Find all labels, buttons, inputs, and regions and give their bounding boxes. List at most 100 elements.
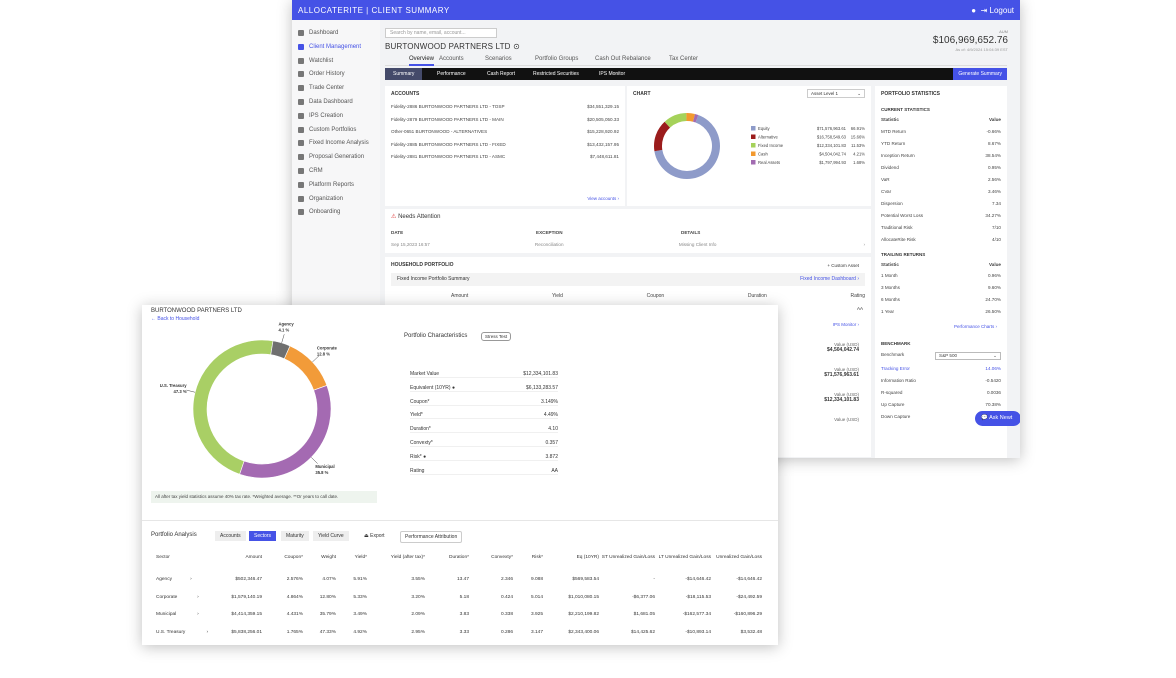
- subtab-ips-monitor[interactable]: IPS Monitor: [599, 71, 625, 77]
- benchmark-stat-name: Tracking Error: [881, 366, 910, 371]
- tab-portfolio-groups[interactable]: Portfolio Groups: [535, 56, 578, 62]
- donut-slice-alternative: [654, 121, 671, 152]
- characteristic-row: Duration* 4.10: [410, 426, 558, 434]
- info-icon[interactable]: ●: [452, 385, 455, 391]
- performance-charts-link[interactable]: Performance Charts ›: [954, 324, 997, 329]
- benchmark-stat-name: R-squared: [881, 390, 903, 395]
- benchmark-stat-value: 70.38%: [985, 402, 1001, 407]
- subtab-performance[interactable]: Performance: [437, 71, 466, 77]
- custom-asset-button[interactable]: + Custom Asset: [827, 263, 859, 268]
- sector-cell: -$24,492.59: [736, 594, 762, 600]
- performance-attribution-button[interactable]: Performance Attribution: [400, 531, 463, 543]
- chevron-right-icon[interactable]: ›: [197, 612, 199, 617]
- account-row[interactable]: Fidelity-2881 BURTONWOOD PARTNERS LTD - …: [391, 154, 619, 159]
- col-value: Value: [988, 117, 1001, 122]
- pill-sectors[interactable]: Sectors: [249, 531, 276, 541]
- sidebar-item-order-history[interactable]: Order History: [298, 71, 345, 78]
- sector-cell: -$14,646.42: [736, 577, 762, 582]
- account-row[interactable]: Fidelity-2885 BURTONWOOD PARTNERS LTD - …: [391, 142, 619, 147]
- subtab-summary[interactable]: Summary: [385, 68, 423, 80]
- chevron-right-icon[interactable]: ›: [863, 242, 865, 247]
- account-row[interactable]: Fidelity-2879 BURTONWOOD PARTNERS LTD - …: [391, 117, 619, 122]
- search-input[interactable]: Search by name, email, account...: [385, 28, 497, 38]
- characteristic-value: AA: [551, 467, 558, 474]
- sidebar-item-custom-portfolios[interactable]: Custom Portfolios: [298, 126, 357, 133]
- ask-newt-button[interactable]: 💬 Ask Newt: [975, 411, 1020, 426]
- sidebar-item-fixed-income-analysis[interactable]: Fixed Income Analysis: [298, 140, 369, 147]
- sector-cell: 4.92%: [353, 629, 367, 635]
- tab-overview[interactable]: Overview: [409, 56, 435, 66]
- benchmark-stat-row: R-squared 0.0036: [881, 390, 1001, 395]
- characteristic-value: 4.10: [548, 426, 558, 433]
- sector-slice-u-s-treasury: [192, 339, 274, 475]
- benchmark-select[interactable]: S&P 500 ⌄: [935, 352, 1001, 360]
- legend-amount: $16,758,549.63: [817, 135, 847, 140]
- legend-percent: 4.21%: [853, 152, 865, 157]
- export-button[interactable]: ⏏ Export: [360, 531, 389, 541]
- account-row[interactable]: Fidelity-2886 BURTONWOOD PARTNERS LTD - …: [391, 104, 619, 109]
- ips-monitor-link[interactable]: IPS Monitor ›: [833, 322, 859, 327]
- download-icon[interactable]: ⏏: [364, 533, 369, 539]
- sidebar-item-platform-reports[interactable]: Platform Reports: [298, 181, 354, 188]
- generate-summary-button[interactable]: Generate Summary: [953, 68, 1007, 80]
- sector-col-header: Sector: [156, 555, 170, 560]
- divider: [142, 520, 778, 521]
- characteristic-row: Equivalent (10YR) ● $6,133,283.57: [410, 385, 558, 392]
- account-row[interactable]: Other-0651 BURTONWOOD - ALTERNATIVES $15,…: [391, 129, 619, 134]
- user-icon[interactable]: ●: [971, 6, 976, 15]
- sector-table-header: Sector Amount Coupon* Weight Yield* Yield (af…: [151, 555, 771, 569]
- sector-cell: Agency: [156, 577, 172, 582]
- sector-row[interactable]: Municipal › $4,414,359.15 4.431% 35.79% 3.49%…: [151, 612, 771, 626]
- sidebar-item-client-management[interactable]: Client Management: [298, 43, 361, 50]
- characteristic-row: Convexty* 0.357: [410, 440, 558, 447]
- sidebar-item-onboarding[interactable]: Onboarding: [298, 209, 340, 216]
- tab-tax-center[interactable]: Tax Center: [669, 56, 698, 62]
- col-amount: Amount: [451, 293, 469, 299]
- fixed-income-dashboard-link[interactable]: Fixed Income Dashboard ›: [800, 276, 859, 282]
- chevron-right-icon[interactable]: ›: [197, 595, 199, 600]
- period: 1 Year: [881, 309, 895, 314]
- sector-cell: -$10,893.14: [685, 629, 711, 635]
- logout-label[interactable]: Logout: [990, 6, 1014, 15]
- benchmark-stat-name: Down Capture: [881, 414, 911, 419]
- sidebar-item-organization[interactable]: Organization: [298, 195, 343, 202]
- sidebar-item-crm[interactable]: CRM: [298, 168, 323, 174]
- sector-row[interactable]: U.S. Treasury › $5,838,256.01 1.765% 47.33% 4…: [151, 630, 771, 644]
- attention-row[interactable]: Sep 15,2023 16:57 Reconciliation Missing…: [391, 242, 865, 247]
- sidebar-item-dashboard[interactable]: Dashboard: [298, 30, 338, 36]
- account-value: $7,448,611.81: [589, 154, 619, 159]
- statistic-value: 7/10: [992, 224, 1001, 230]
- pill-maturity[interactable]: Maturity: [281, 531, 309, 541]
- statistic-value: -0.66%: [986, 128, 1001, 134]
- logout-icon[interactable]: ⇥: [981, 6, 988, 15]
- logout-button[interactable]: ● ⇥ Logout: [971, 6, 1014, 15]
- statistics-title: PORTFOLIO STATISTICS: [881, 91, 940, 97]
- sidebar-item-trade-center[interactable]: Trade Center: [298, 85, 344, 92]
- pill-accounts[interactable]: Accounts: [215, 531, 246, 541]
- tab-cash-out-rebalance[interactable]: Cash Out Rebalance: [595, 56, 651, 62]
- sidebar-item-data-dashboard[interactable]: Data Dashboard: [298, 99, 353, 105]
- sidebar-item-proposal-generation[interactable]: Proposal Generation: [298, 154, 364, 161]
- tab-accounts[interactable]: Accounts: [439, 56, 464, 62]
- view-accounts-link[interactable]: View accounts ›: [587, 196, 619, 201]
- col-value: Value: [988, 261, 1001, 267]
- legend-label: Cash: [758, 152, 768, 157]
- stress-test-button[interactable]: Stress Test: [481, 332, 512, 341]
- subtab-restricted-securities[interactable]: Restricted Securities: [533, 71, 579, 77]
- chat-icon[interactable]: 💬: [981, 415, 988, 421]
- subtab-cash-report[interactable]: Cash Report: [487, 71, 515, 77]
- sidebar-item-label: Custom Portfolios: [309, 126, 357, 133]
- sidebar-item-label: Data Dashboard: [309, 99, 353, 105]
- sidebar-item-label: Watchlist: [309, 57, 334, 64]
- tab-scenarios[interactable]: Scenarios: [485, 56, 512, 62]
- account-value: $13,432,157.95: [587, 141, 619, 147]
- chevron-right-icon[interactable]: ›: [190, 577, 192, 582]
- sidebar-item-ips-creation[interactable]: IPS Creation: [298, 112, 343, 119]
- benchmark-stat-name: Information Ratio: [881, 378, 916, 383]
- sidebar-item-watchlist[interactable]: Watchlist: [298, 57, 334, 64]
- sector-row[interactable]: Corporate › $1,579,140.19 4.864% 12.80% 5.33%…: [151, 595, 771, 609]
- sector-row[interactable]: Agency › $502,346.47 2.576% 4.07% 5.91% 3.55% 1…: [151, 577, 771, 591]
- info-icon[interactable]: ●: [423, 454, 426, 460]
- info-icon[interactable]: ⊙: [513, 42, 520, 51]
- pill-yield-curve[interactable]: Yield Curve: [313, 531, 349, 541]
